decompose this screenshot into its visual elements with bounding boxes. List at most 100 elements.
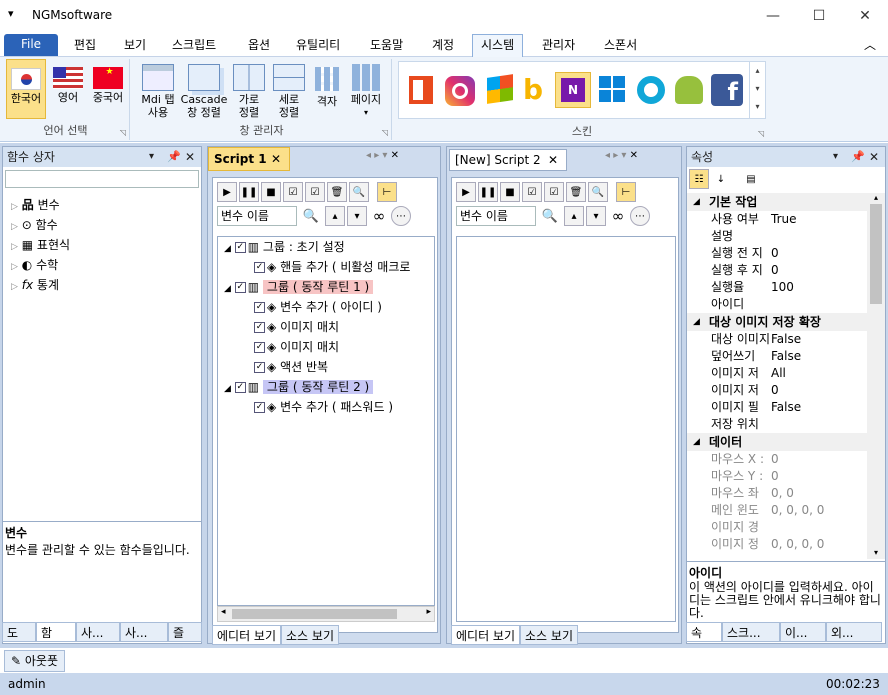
move-down-icon[interactable]: ▾ [347, 206, 367, 226]
circle-icon[interactable] [637, 76, 665, 104]
tree-group-row[interactable]: ◢ ✓ ▥ 그룹 : 초기 설정 [218, 237, 434, 257]
check-all-icon[interactable]: ☑ [522, 182, 542, 202]
property-scrollbar[interactable]: ▴ ▾ [867, 193, 885, 559]
lang-korean-button[interactable]: 한국어 [6, 59, 46, 119]
check-icon[interactable]: ☑ [305, 182, 325, 202]
function-item-statistics[interactable]: ▷ fx 통계 [11, 275, 201, 295]
pause-icon[interactable]: ❚❚ [478, 182, 498, 202]
property-row[interactable]: 실행 후 지0 [687, 262, 867, 279]
onenote-icon[interactable]: N [555, 72, 591, 108]
delete-icon[interactable]: 🗑 [566, 182, 586, 202]
tab-user1[interactable]: 사... [76, 622, 120, 642]
page-button[interactable]: 페이지 ▾ [346, 59, 386, 119]
expand-icon[interactable]: ◢ [224, 244, 231, 254]
checkbox[interactable]: ✓ [234, 282, 246, 293]
expand-icon[interactable]: ◢ [224, 384, 231, 394]
menu-help[interactable]: 도움말 [362, 35, 411, 57]
tree-view-icon[interactable]: ⊢ [616, 182, 636, 202]
tree-action-row[interactable]: ✓ ◈ 이미지 매치 [218, 337, 434, 357]
find-icon[interactable]: 🔍 [349, 182, 369, 202]
expand-icon[interactable]: ◢ [224, 284, 231, 294]
menu-options[interactable]: 옵션 [240, 35, 278, 57]
move-down-icon[interactable]: ▾ [586, 206, 606, 226]
tile-vertical-button[interactable]: 세로 정렬 [270, 59, 308, 119]
property-category[interactable]: ◢ 기본 작업 [687, 193, 867, 211]
dropdown-arrow-icon[interactable]: ▾ [833, 147, 838, 167]
function-item-variables[interactable]: ▷ 品 변수 [11, 195, 201, 215]
property-row[interactable]: 이미지 저 All [687, 365, 867, 382]
android-icon[interactable] [675, 76, 703, 104]
menu-system[interactable]: 시스템 [472, 34, 524, 57]
tree-action-row[interactable]: ✓ ◈ 핸들 추가 ( 비활성 매크로 [218, 257, 434, 277]
play-icon[interactable]: ▶ [456, 182, 476, 202]
windows-icon[interactable] [599, 76, 625, 102]
tree-action-row[interactable]: ✓ ◈ 변수 추가 ( 패스워드 ) [218, 397, 434, 417]
categorized-icon[interactable]: ☷ [689, 169, 709, 189]
dropdown-arrow-icon[interactable]: ▾ [149, 147, 154, 167]
bing-icon[interactable]: b [523, 74, 547, 106]
collapse-icon[interactable]: ◢ [693, 313, 700, 331]
menu-account[interactable]: 계정 [424, 35, 462, 57]
checkbox[interactable]: ✓ [254, 402, 265, 413]
tab-scroll-icon[interactable]: ◂ ▸ ▾ ✕ [366, 150, 399, 161]
tab-editor-view[interactable]: 에디터 보기 [451, 625, 521, 645]
property-category[interactable]: ◢ 데이터 [687, 433, 867, 451]
checkbox[interactable]: ✓ [254, 322, 265, 333]
tree-action-row[interactable]: ✓ ◈ 액션 반복 [218, 357, 434, 377]
loop-icon[interactable]: ∞ [608, 206, 628, 226]
property-row[interactable]: 이미지 저0 [687, 382, 867, 399]
checkbox[interactable]: ✓ [234, 242, 246, 253]
delete-icon[interactable]: 🗑 [327, 182, 347, 202]
output-tab[interactable]: ✎ 아웃풋 [4, 650, 66, 672]
tab-source-view[interactable]: 소스 보기 [520, 625, 578, 645]
property-category[interactable]: ◢ 대상 이미지 저장 확장 [687, 313, 867, 331]
pause-icon[interactable]: ❚❚ [239, 182, 259, 202]
office-icon[interactable] [409, 76, 433, 104]
tab-script2[interactable]: [New] Script 2 ✕ [449, 149, 567, 171]
function-item-expressions[interactable]: ▷ ▦ 표현식 [11, 235, 201, 255]
tab-editor-view[interactable]: 에디터 보기 [212, 625, 282, 645]
pin-icon[interactable]: 📌 [167, 147, 181, 167]
property-row[interactable]: 이미지 경 [687, 519, 867, 536]
checkbox[interactable]: ✓ [234, 382, 246, 393]
property-row[interactable]: 이미지 정 0, 0, 0, 0 [687, 536, 867, 553]
close-tab-icon[interactable]: ✕ [548, 150, 558, 170]
tab-toolbox[interactable]: 도 [2, 622, 36, 642]
property-row[interactable]: 아이디 [687, 296, 867, 313]
lang-english-button[interactable]: 영어 [48, 59, 88, 119]
property-row[interactable]: 마우스 Y :0 [687, 468, 867, 485]
play-icon[interactable]: ▶ [217, 182, 237, 202]
property-row[interactable]: 덮어쓰기 False [687, 348, 867, 365]
collapse-icon[interactable]: ◢ [693, 433, 700, 451]
mdi-tab-button[interactable]: Mdi 탭 사용 [138, 59, 178, 119]
property-row[interactable]: 메인 윈도 0, 0, 0, 0 [687, 502, 867, 519]
menu-sponsor[interactable]: 스폰서 [596, 35, 645, 57]
sort-az-icon[interactable]: ↓ [711, 169, 731, 189]
tab-script[interactable]: 스크... [722, 622, 780, 642]
checkbox[interactable]: ✓ [254, 342, 265, 353]
collapse-icon[interactable]: ◢ [693, 193, 700, 211]
close-panel-icon[interactable]: ✕ [869, 147, 879, 167]
close-tab-icon[interactable]: ✕ [271, 148, 281, 170]
move-up-icon[interactable]: ▴ [325, 206, 345, 226]
more-icon[interactable]: ⋯ [630, 206, 650, 226]
property-row[interactable]: 사용 여부 True [687, 211, 867, 228]
more-icon[interactable]: ⋯ [391, 206, 411, 226]
gallery-scroll[interactable]: ▴ ▾ ▾ [749, 62, 765, 118]
search-icon[interactable]: 🔍 [540, 206, 560, 226]
menu-utility[interactable]: 유틸리티 [288, 35, 348, 57]
facebook-icon[interactable]: f [711, 74, 743, 106]
tab-external[interactable]: 외... [826, 622, 882, 642]
group-launcher-icon[interactable]: ◹ [120, 128, 126, 137]
checkbox[interactable]: ✓ [254, 362, 265, 373]
move-up-icon[interactable]: ▴ [564, 206, 584, 226]
menu-file[interactable]: File [4, 34, 58, 56]
windows-xp-icon[interactable] [487, 74, 513, 104]
menu-script[interactable]: 스크립트 [164, 35, 224, 57]
checkbox[interactable]: ✓ [254, 262, 265, 273]
app-menu-icon[interactable]: ▾ [8, 7, 14, 20]
menu-edit[interactable]: 편집 [66, 35, 104, 57]
cascade-button[interactable]: Cascade 창 정렬 [181, 59, 227, 119]
check-icon[interactable]: ☑ [544, 182, 564, 202]
tab-scroll-icon[interactable]: ◂ ▸ ▾ ✕ [605, 150, 638, 161]
